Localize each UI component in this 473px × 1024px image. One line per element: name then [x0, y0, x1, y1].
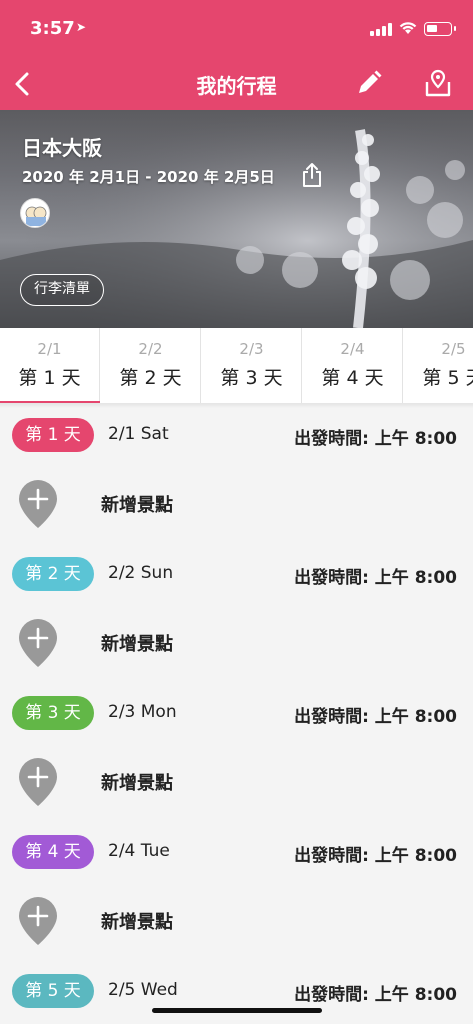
avatar[interactable] — [20, 198, 50, 228]
day-header: 第 3 天 2/3 Mon 出發時間: 上午 8:00 — [0, 694, 473, 734]
cellular-signal-icon — [370, 23, 392, 36]
departure-time[interactable]: 出發時間: 上午 8:00 — [294, 563, 457, 588]
add-spot-label: 新增景點 — [101, 495, 173, 516]
departure-time[interactable]: 出發時間: 上午 8:00 — [294, 841, 457, 866]
add-location-pin-icon[interactable] — [17, 478, 59, 530]
tab-day-1[interactable]: 2/1 第 1 天 — [0, 328, 100, 403]
tab-date: 2/2 — [138, 340, 163, 358]
tab-day-4[interactable]: 2/4 第 4 天 — [303, 328, 403, 403]
day-date: 2/3 Mon — [108, 702, 177, 722]
day-date: 2/4 Tue — [108, 841, 170, 861]
trip-title: 日本大阪 — [22, 136, 102, 160]
day-header: 第 1 天 2/1 Sat 出發時間: 上午 8:00 — [0, 416, 473, 456]
add-spot-row[interactable]: 新增景點 — [0, 895, 473, 949]
add-spot-label: 新增景點 — [101, 773, 173, 794]
add-location-pin-icon[interactable] — [17, 756, 59, 808]
day-header: 第 2 天 2/2 Sun 出發時間: 上午 8:00 — [0, 555, 473, 595]
tab-date: 2/1 — [37, 340, 62, 358]
tab-date: 2/4 — [340, 340, 365, 358]
tab-day-3[interactable]: 2/3 第 3 天 — [202, 328, 302, 403]
day-date: 2/2 Sun — [108, 563, 174, 583]
status-time: 3:57 — [30, 18, 75, 39]
nav-bar: 我的行程 — [0, 56, 473, 110]
day-badge[interactable]: 第 1 天 — [12, 418, 94, 452]
page-title: 我的行程 — [196, 74, 277, 98]
day-badge[interactable]: 第 3 天 — [12, 696, 94, 730]
day-header: 第 5 天 2/5 Wed 出發時間: 上午 8:00 — [0, 972, 473, 1012]
day-badge[interactable]: 第 2 天 — [12, 557, 94, 591]
packing-list-button[interactable]: 行李清單 — [20, 274, 104, 306]
tab-label: 第 3 天 — [220, 367, 283, 389]
trip-date-range: 2020 年 2月1日 - 2020 年 2月5日 — [22, 168, 275, 186]
add-spot-row[interactable]: 新增景點 — [0, 756, 473, 810]
pencil-icon[interactable] — [354, 68, 384, 98]
add-spot-label: 新增景點 — [101, 912, 173, 933]
tab-label: 第 1 天 — [18, 367, 81, 389]
battery-icon — [424, 22, 456, 36]
tab-date: 2/3 — [239, 340, 264, 358]
trip-cover-image[interactable]: 日本大阪 2020 年 2月1日 - 2020 年 2月5日 行李清單 — [0, 110, 473, 328]
share-icon[interactable] — [300, 162, 324, 188]
day-tabs: 2/1 第 1 天 2/2 第 2 天 2/3 第 3 天 2/4 第 4 天 … — [0, 328, 473, 404]
add-spot-row[interactable]: 新增景點 — [0, 617, 473, 671]
map-pin-icon[interactable] — [423, 68, 453, 98]
wifi-icon — [399, 22, 417, 34]
tab-day-2[interactable]: 2/2 第 2 天 — [101, 328, 201, 403]
day-date: 2/5 Wed — [108, 980, 178, 1000]
day-header: 第 4 天 2/4 Tue 出發時間: 上午 8:00 — [0, 833, 473, 873]
add-spot-label: 新增景點 — [101, 634, 173, 655]
tab-label: 第 4 天 — [321, 367, 384, 389]
departure-time[interactable]: 出發時間: 上午 8:00 — [294, 424, 457, 449]
tab-label: 第 5 天 — [422, 367, 473, 389]
departure-time[interactable]: 出發時間: 上午 8:00 — [294, 980, 457, 1005]
day-date: 2/1 Sat — [108, 424, 169, 444]
day-badge[interactable]: 第 4 天 — [12, 835, 94, 869]
tab-day-5[interactable]: 2/5 第 5 天 — [404, 328, 473, 403]
add-location-pin-icon[interactable] — [17, 617, 59, 669]
add-location-pin-icon[interactable] — [17, 895, 59, 947]
location-arrow-icon: ➤ — [76, 20, 87, 34]
departure-time[interactable]: 出發時間: 上午 8:00 — [294, 702, 457, 727]
day-badge[interactable]: 第 5 天 — [12, 974, 94, 1008]
tab-date: 2/5 — [441, 340, 466, 358]
divider — [0, 404, 473, 408]
home-indicator[interactable] — [152, 1008, 322, 1013]
add-spot-row[interactable]: 新增景點 — [0, 478, 473, 532]
tab-label: 第 2 天 — [119, 367, 182, 389]
status-bar: 3:57 ➤ — [0, 0, 473, 56]
